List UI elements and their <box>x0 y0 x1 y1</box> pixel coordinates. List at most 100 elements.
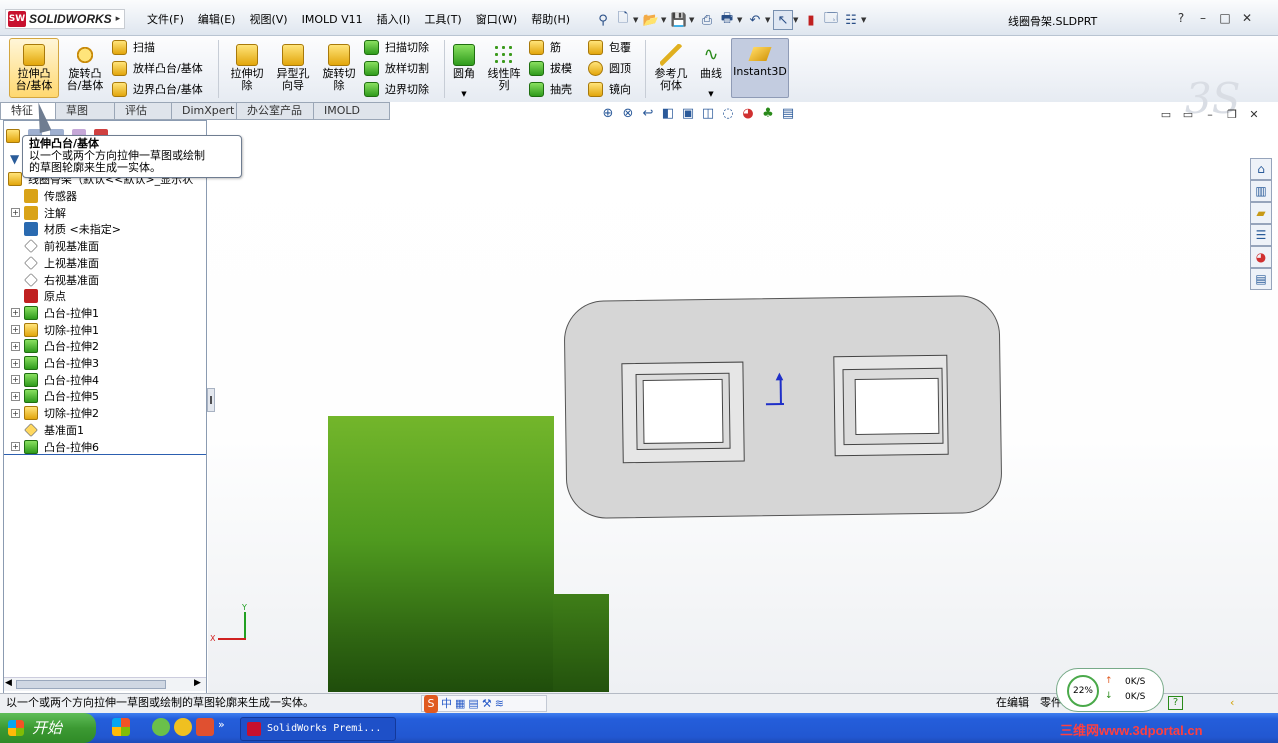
close-button[interactable]: ✕ <box>1236 11 1258 25</box>
viewport-restore-button[interactable]: ❐ <box>1221 108 1243 121</box>
design-library-icon[interactable]: ▥ <box>1250 180 1272 202</box>
extrude-cut-button[interactable]: 拉伸切 除 <box>224 38 270 100</box>
expand-icon[interactable]: + <box>11 442 20 451</box>
reference-geometry-button[interactable]: 参考几 何体 <box>649 38 693 100</box>
sogou-icon[interactable]: S <box>424 694 438 713</box>
ime-menu-icon[interactable]: ▤ <box>468 695 478 713</box>
sweep-button[interactable]: 扫描 <box>112 37 155 57</box>
view-orientation-icon[interactable]: ▣ <box>678 106 698 121</box>
traffic-light-icon[interactable]: ▮ <box>801 10 821 30</box>
edit-appearance-icon[interactable]: ◕ <box>738 106 758 121</box>
ime-chinese-mode[interactable]: 中 <box>441 695 452 713</box>
menu-help[interactable]: 帮助(H) <box>524 11 577 29</box>
chevron-down-icon[interactable]: ▼ <box>633 16 641 24</box>
expand-icon[interactable]: + <box>11 375 20 385</box>
maximize-button[interactable]: □ <box>1214 11 1236 25</box>
hole-wizard-button[interactable]: 异型孔 向导 <box>270 38 316 100</box>
fillet-button[interactable]: 圆角 ▼ <box>448 38 480 100</box>
menu-file[interactable]: 文件(F) <box>140 11 191 29</box>
cascade-icon[interactable]: ▭ <box>1177 108 1199 121</box>
home-icon[interactable]: ⌂ <box>1250 158 1272 180</box>
chevron-down-icon[interactable]: ▼ <box>861 16 869 24</box>
hide-show-icon[interactable]: ◌ <box>718 106 738 121</box>
section-view-icon[interactable]: ◧ <box>658 106 678 121</box>
status-arrow-icon[interactable]: ‹ <box>1230 694 1234 712</box>
curves-button[interactable]: ∿ 曲线 ▼ <box>695 38 727 100</box>
add-icon[interactable] <box>174 718 192 736</box>
scroll-left-icon[interactable]: ◀ <box>5 678 12 688</box>
help-button[interactable]: ? <box>1170 11 1192 25</box>
options-button[interactable]: ☷ <box>841 10 861 30</box>
tab-office-products[interactable]: 办公室产品 <box>237 102 314 120</box>
tree-item[interactable]: + 切除-拉伸1 <box>4 322 99 338</box>
chevron-down-icon[interactable]: ▼ <box>448 88 480 100</box>
apply-scene-icon[interactable]: ♣ <box>758 106 778 121</box>
tab-dimxpert[interactable]: DimXpert <box>172 102 237 120</box>
rib-button[interactable]: 筋 <box>529 37 561 57</box>
chevron-right-icon[interactable]: » <box>218 718 225 736</box>
new-document-button[interactable]: 🗋 <box>613 10 633 30</box>
extrude-boss-label[interactable]: 拉伸凸 台/基体 <box>9 38 59 100</box>
draft-button[interactable]: 拔模 <box>529 58 572 78</box>
loft-cut-button[interactable]: 放样切割 <box>364 58 429 78</box>
chevron-down-icon[interactable]: ▼ <box>737 16 745 24</box>
part-model[interactable]: ▲ <box>563 294 1003 520</box>
previous-view-icon[interactable]: ↩ <box>638 106 658 121</box>
help-icon[interactable]: ? <box>1168 696 1183 710</box>
scroll-thumb[interactable] <box>16 680 166 689</box>
solidworks-logo-button[interactable]: SW SOLIDWORKS ▸ <box>5 9 125 29</box>
chevron-down-icon[interactable]: ▼ <box>661 16 669 24</box>
open-button[interactable]: 📂 <box>641 10 661 30</box>
minimize-button[interactable]: – <box>1192 11 1214 25</box>
windows-icon[interactable] <box>112 718 130 736</box>
tree-item[interactable]: 原点 <box>4 288 66 304</box>
menu-insert[interactable]: 插入(I) <box>370 11 418 29</box>
file-explorer-icon[interactable]: ▰ <box>1250 202 1272 224</box>
select-button[interactable]: ↖ <box>773 10 793 30</box>
zoom-to-fit-icon[interactable]: ⊕ <box>598 106 618 121</box>
tree-item[interactable]: + 切除-拉伸2 <box>4 405 99 421</box>
view-palette-icon[interactable]: ☰ <box>1250 224 1272 246</box>
menu-edit[interactable]: 编辑(E) <box>191 11 243 29</box>
boundary-boss-button[interactable]: 边界凸台/基体 <box>112 79 203 99</box>
expand-icon[interactable]: + <box>11 308 20 318</box>
tree-item[interactable]: + 凸台-拉伸5 <box>4 388 99 404</box>
tree-item[interactable]: + 凸台-拉伸4 <box>4 372 99 388</box>
wrap-button[interactable]: 包覆 <box>588 37 631 57</box>
viewport-minimize-button[interactable]: – <box>1199 108 1221 121</box>
undo-button[interactable]: ↶ <box>745 10 765 30</box>
tree-item[interactable]: + 凸台-拉伸3 <box>4 355 99 371</box>
taskbar-solidworks-button[interactable]: SolidWorks Premi... <box>240 717 396 741</box>
tree-item[interactable]: + 凸台-拉伸2 <box>4 338 99 354</box>
tree-item[interactable]: 传感器 <box>4 188 77 204</box>
tree-item[interactable]: 基准面1 <box>4 422 84 438</box>
expand-icon[interactable]: + <box>11 208 20 218</box>
instant3d-button[interactable]: Instant3D <box>731 38 789 98</box>
appearances-icon[interactable]: ◕ <box>1250 246 1272 268</box>
expand-icon[interactable]: + <box>11 358 20 368</box>
keyboard-icon[interactable]: ▦ <box>455 695 465 713</box>
panel-collapse-handle[interactable]: ‖ <box>207 388 215 412</box>
print-icon[interactable]: ⎙ <box>697 10 717 30</box>
expand-icon[interactable]: + <box>11 391 20 401</box>
tab-sketch[interactable]: 草图 <box>56 102 115 120</box>
rss-icon[interactable]: ≋ <box>495 695 504 713</box>
printer-button[interactable]: 🖶 <box>717 10 737 30</box>
expand-icon[interactable]: + <box>11 325 20 335</box>
shell-button[interactable]: 抽壳 <box>529 79 572 99</box>
expand-icon[interactable]: + <box>11 408 20 418</box>
chevron-down-icon[interactable]: ▼ <box>765 16 773 24</box>
tab-evaluate[interactable]: 评估 <box>115 102 172 120</box>
start-button[interactable]: 开始 <box>0 713 96 743</box>
revolve-cut-button[interactable]: 旋转切 除 <box>316 38 362 100</box>
scroll-right-icon[interactable]: ▶ <box>194 678 201 688</box>
menu-window[interactable]: 窗口(W) <box>469 11 524 29</box>
sweep-cut-button[interactable]: 扫描切除 <box>364 37 429 57</box>
feature-manager-tab-icon[interactable] <box>6 129 20 143</box>
revolve-boss-button[interactable]: 旋转凸 台/基体 <box>62 38 108 100</box>
tree-horizontal-scrollbar[interactable]: ◀ ▶ <box>4 677 206 691</box>
tile-icon[interactable]: ▭ <box>1155 108 1177 121</box>
filter-icon[interactable]: ▼ <box>10 152 19 166</box>
tree-item[interactable]: 前视基准面 <box>4 238 99 254</box>
linear-pattern-button[interactable]: 线性阵 列 <box>482 38 526 100</box>
